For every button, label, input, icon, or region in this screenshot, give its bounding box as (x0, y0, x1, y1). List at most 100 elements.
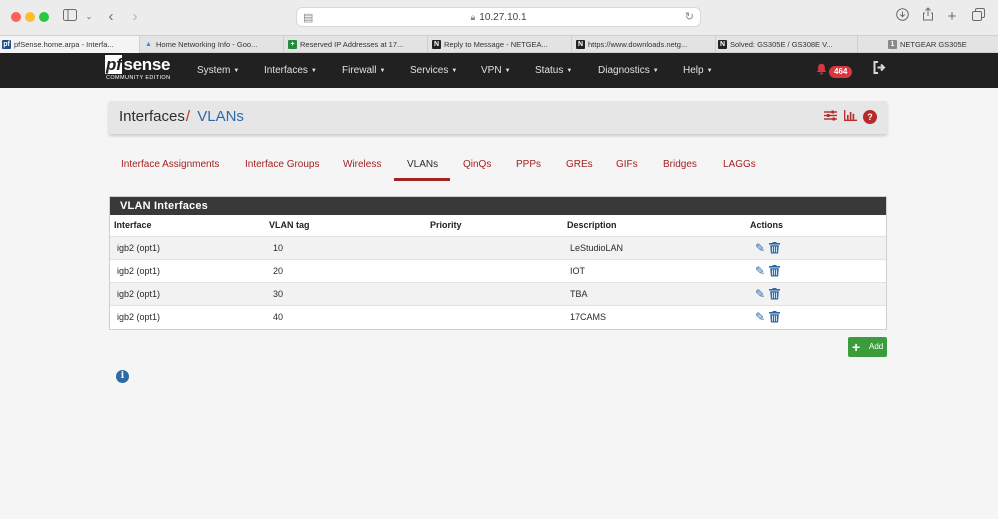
caret-down-icon: ▼ (566, 68, 573, 74)
main-navbar: pf sense COMMUNITY EDITION System ▼ Interf… (0, 53, 998, 88)
caret-down-icon: ▼ (652, 68, 659, 74)
close-window-button[interactable] (11, 12, 21, 22)
tab-title: NETGEAR GS305E (900, 40, 967, 49)
browser-tab[interactable]: pf pfSense.home.arpa - Interfa... (0, 36, 140, 53)
browser-tab[interactable]: N Solved: GS305E / GS308E V... (716, 36, 858, 53)
cell-description: LeStudioLAN (570, 243, 624, 253)
panel-title: VLAN Interfaces (110, 197, 886, 215)
tab-interface-groups[interactable]: Interface Groups (245, 157, 319, 173)
help-icon[interactable]: ? (863, 110, 877, 124)
trash-icon[interactable] (768, 311, 780, 323)
tab-title: Reply to Message - NETGEA... (444, 40, 548, 49)
bar-chart-icon[interactable] (843, 110, 857, 124)
tab-vlans[interactable]: VLANs (407, 157, 438, 173)
nav-firewall[interactable]: Firewall ▼ (342, 53, 385, 88)
column-header-interface: Interface (114, 220, 152, 230)
breadcrumb-panel: Interfaces/ VLANs ? (109, 101, 887, 134)
pencil-icon[interactable]: ✎ (754, 288, 766, 300)
pencil-icon[interactable]: ✎ (754, 265, 766, 277)
nav-label: Firewall (342, 65, 377, 76)
cell-vlan-tag: 20 (273, 266, 284, 276)
caret-down-icon: ▼ (451, 68, 458, 74)
tab-title: Solved: GS305E / GS308E V... (730, 40, 833, 49)
breadcrumb-parent[interactable]: Interfaces (119, 108, 185, 125)
browser-tab[interactable]: N https://www.downloads.netg... (574, 36, 716, 53)
netgear-favicon-icon: N (576, 40, 585, 49)
vlan-interfaces-panel: VLAN Interfaces Interface VLAN tag Prior… (109, 196, 887, 330)
new-tab-icon[interactable]: + (944, 7, 960, 27)
logo-subtitle: COMMUNITY EDITION (106, 75, 171, 81)
nav-services[interactable]: Services ▼ (410, 53, 457, 88)
tab-gres[interactable]: GREs (566, 157, 593, 173)
trash-icon[interactable] (768, 265, 780, 277)
bell-icon[interactable] (816, 63, 827, 78)
sidebar-toggle-icon[interactable] (62, 7, 78, 27)
trash-icon[interactable] (768, 288, 780, 300)
pencil-icon[interactable]: ✎ (754, 311, 766, 323)
table-row: igb2 (opt1) 10 LeStudioLAN ✎ (110, 236, 886, 259)
tab-gifs[interactable]: GIFs (616, 157, 638, 173)
nav-label: Interfaces (264, 65, 308, 76)
logo-pf: pf (105, 55, 123, 74)
nav-status[interactable]: Status ▼ (535, 53, 572, 88)
tab-qinqs[interactable]: QinQs (463, 157, 491, 173)
column-header-vlan-tag: VLAN tag (269, 220, 310, 230)
cell-description: 17CAMS (570, 312, 607, 322)
nav-interfaces[interactable]: Interfaces ▼ (264, 53, 317, 88)
logout-icon[interactable] (873, 61, 887, 77)
cell-description: IOT (570, 266, 585, 276)
cell-interface: igb2 (opt1) (117, 289, 161, 299)
tab-overview-icon[interactable] (970, 7, 986, 27)
caret-down-icon: ▼ (379, 68, 386, 74)
browser-tab[interactable]: + Reserved IP Addresses at 17... (286, 36, 428, 53)
browser-tab[interactable]: 1 NETGEAR GS305E (874, 36, 998, 53)
add-vlan-button[interactable]: + Add (848, 337, 887, 357)
netgear-favicon-icon: N (718, 40, 727, 49)
browser-tab[interactable]: ▲ Home Networking Info - Goo... (142, 36, 284, 53)
tab-number-favicon-icon: 1 (888, 40, 897, 49)
nav-vpn[interactable]: VPN ▼ (481, 53, 511, 88)
tab-ppps[interactable]: PPPs (516, 157, 541, 173)
cell-interface: igb2 (opt1) (117, 266, 161, 276)
cell-interface: igb2 (opt1) (117, 243, 161, 253)
pencil-icon[interactable]: ✎ (754, 242, 766, 254)
info-icon[interactable]: i (116, 370, 129, 383)
address-bar[interactable]: ▤ 🔒︎ 10.27.10.1 ↻ (296, 7, 701, 27)
netgear-favicon-icon: N (432, 40, 441, 49)
column-header-actions: Actions (750, 220, 784, 230)
nav-label: VPN (481, 65, 502, 76)
back-button[interactable]: ‹ (104, 7, 118, 27)
tab-bridges[interactable]: Bridges (663, 157, 697, 173)
browser-toolbar: ⌄ ‹ › ▤ 🔒︎ 10.27.10.1 ↻ + (0, 0, 998, 35)
reload-icon[interactable]: ↻ (685, 8, 694, 26)
notification-badge[interactable]: 464 (829, 66, 853, 78)
zoom-window-button[interactable] (39, 12, 49, 22)
nav-diagnostics[interactable]: Diagnostics ▼ (598, 53, 659, 88)
tab-title: pfSense.home.arpa - Interfa... (14, 40, 114, 49)
share-icon[interactable] (920, 7, 936, 27)
cell-description: TBA (570, 289, 588, 299)
trash-icon[interactable] (768, 242, 780, 254)
caret-down-icon: ▼ (504, 68, 511, 74)
forward-button[interactable]: › (128, 7, 142, 27)
nav-help[interactable]: Help ▼ (683, 53, 713, 88)
tab-laggs[interactable]: LAGGs (723, 157, 756, 173)
page-icon: ▤ (303, 12, 314, 24)
download-icon[interactable] (894, 7, 910, 27)
add-button-label: Add (869, 342, 884, 351)
pfsense-logo[interactable]: pf sense COMMUNITY EDITION (105, 55, 177, 86)
minimize-window-button[interactable] (25, 12, 35, 22)
sliders-icon[interactable] (823, 110, 837, 124)
tab-interface-assignments[interactable]: Interface Assignments (121, 157, 219, 173)
logo-text: sense (123, 55, 171, 74)
browser-tab[interactable]: N Reply to Message - NETGEA... (430, 36, 572, 53)
nav-system[interactable]: System ▼ (197, 53, 239, 88)
chevron-down-icon[interactable]: ⌄ (84, 7, 94, 27)
google-drive-favicon-icon: ▲ (145, 41, 152, 48)
tab-wireless[interactable]: Wireless (343, 157, 381, 173)
breadcrumb-current[interactable]: VLANs (197, 108, 244, 125)
nav-label: System (197, 65, 231, 76)
nav-label: Status (535, 65, 564, 76)
pfsense-favicon-icon: pf (2, 40, 11, 49)
google-sheets-favicon-icon: + (288, 40, 297, 49)
